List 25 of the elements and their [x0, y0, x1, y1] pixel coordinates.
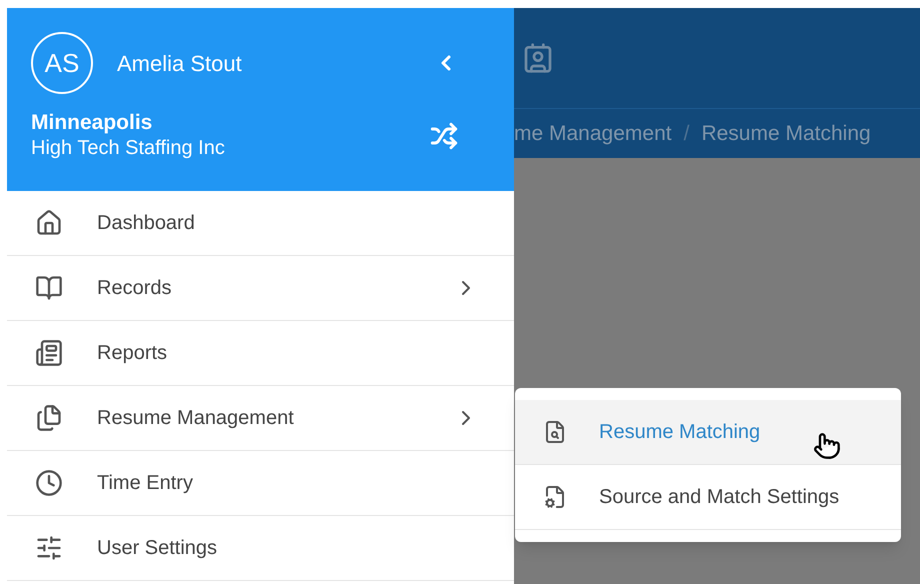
menu-item[interactable]: Reports	[7, 321, 514, 386]
contact-card-icon	[522, 42, 554, 74]
menu-item[interactable]: Time Entry	[7, 451, 514, 516]
files-icon	[35, 404, 63, 432]
submenu-item[interactable]: Source and Match Settings	[515, 465, 901, 530]
home-icon	[35, 209, 63, 237]
document-stack-icon	[35, 339, 63, 367]
book-icon	[35, 274, 63, 302]
user-name: Amelia Stout	[117, 50, 242, 78]
file-gear-icon	[543, 485, 567, 509]
location-name: Minneapolis	[31, 110, 154, 136]
menu-item[interactable]: Records	[7, 256, 514, 321]
submenu-item[interactable]: Resume Matching	[515, 400, 901, 465]
file-search-icon	[543, 420, 567, 444]
breadcrumb-separator: /	[684, 120, 690, 147]
menu-item[interactable]: User Settings	[7, 516, 514, 581]
menu-item[interactable]: Dashboard	[7, 191, 514, 256]
company-name: High Tech Staffing Inc	[31, 136, 225, 162]
switch-button[interactable]	[430, 122, 458, 150]
clock-icon	[35, 469, 63, 497]
shuffle-icon	[430, 122, 458, 150]
menu-item[interactable]: Resume Management	[7, 386, 514, 451]
avatar: AS	[31, 32, 93, 94]
hand-cursor-icon	[813, 432, 841, 460]
sliders-icon	[35, 534, 63, 562]
